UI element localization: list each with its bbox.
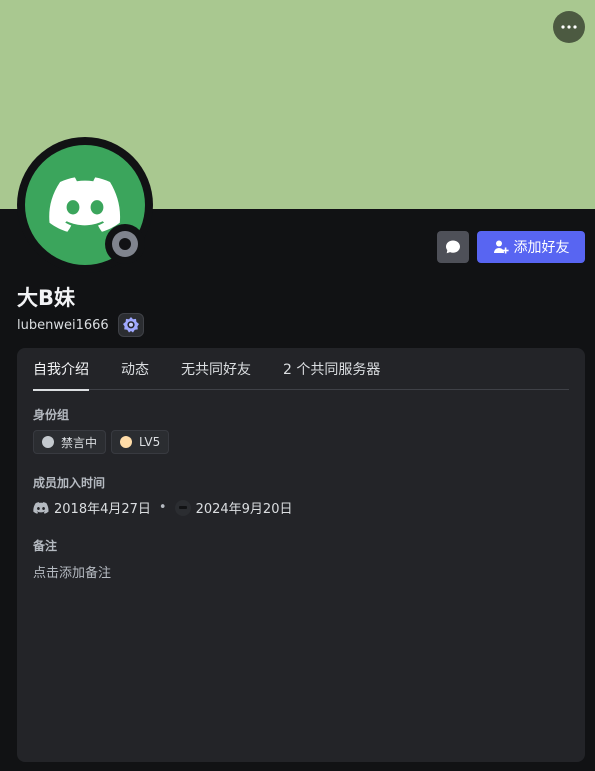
status-indicator xyxy=(105,224,145,264)
note-title: 备注 xyxy=(33,539,58,553)
add-friend-label: 添加好友 xyxy=(513,240,570,256)
roles-list: 禁言中 LV5 xyxy=(33,430,170,454)
nitro-badge[interactable] xyxy=(117,313,144,337)
date-separator: • xyxy=(158,500,167,515)
roles-title: 身份组 xyxy=(33,408,70,422)
tab-mutual-servers[interactable]: 2 个共同服务器 xyxy=(283,348,380,390)
offline-status-icon xyxy=(112,231,138,257)
member-since-dates: 2018年4月27日 • 2024年9月20日 xyxy=(33,498,292,517)
avatar-container[interactable] xyxy=(17,137,153,273)
role-pill-lv5[interactable]: LV5 xyxy=(111,430,170,454)
role-label: 禁言中 xyxy=(61,435,98,450)
discord-join-date: 2018年4月27日 xyxy=(54,502,151,517)
role-label: LV5 xyxy=(139,435,161,449)
username-row: lubenwei1666 xyxy=(17,313,144,337)
profile-info-card: 自我介绍 动态 无共同好友 2 个共同服务器 身份组 禁言中 LV5 成员加入时… xyxy=(17,348,585,762)
message-button[interactable] xyxy=(437,231,469,263)
role-color-dot xyxy=(42,436,54,448)
profile-tabs: 自我介绍 动态 无共同好友 2 个共同服务器 xyxy=(33,348,569,391)
add-user-icon xyxy=(493,240,509,254)
server-join-date: 2024年9月20日 xyxy=(195,502,293,517)
tab-mutual-friends[interactable]: 无共同好友 xyxy=(181,348,251,390)
tab-activity[interactable]: 动态 xyxy=(121,348,149,390)
note-input[interactable]: 点击添加备注 xyxy=(33,562,111,581)
discord-logo-icon xyxy=(49,177,121,232)
add-friend-button[interactable]: 添加好友 xyxy=(477,231,585,263)
nitro-badge-icon xyxy=(122,317,139,333)
display-name: 大B妹 xyxy=(17,286,76,310)
tab-about-me[interactable]: 自我介绍 xyxy=(33,348,89,391)
username[interactable]: lubenwei1666 xyxy=(17,318,109,333)
role-color-dot xyxy=(120,436,133,448)
role-pill-muted[interactable]: 禁言中 xyxy=(33,430,107,454)
ellipsis-icon xyxy=(561,25,577,29)
more-options-button[interactable] xyxy=(553,11,585,43)
member-since-title: 成员加入时间 xyxy=(33,476,106,490)
chat-bubble-icon xyxy=(446,240,460,254)
discord-logo-icon xyxy=(33,501,49,514)
server-icon xyxy=(174,499,191,516)
